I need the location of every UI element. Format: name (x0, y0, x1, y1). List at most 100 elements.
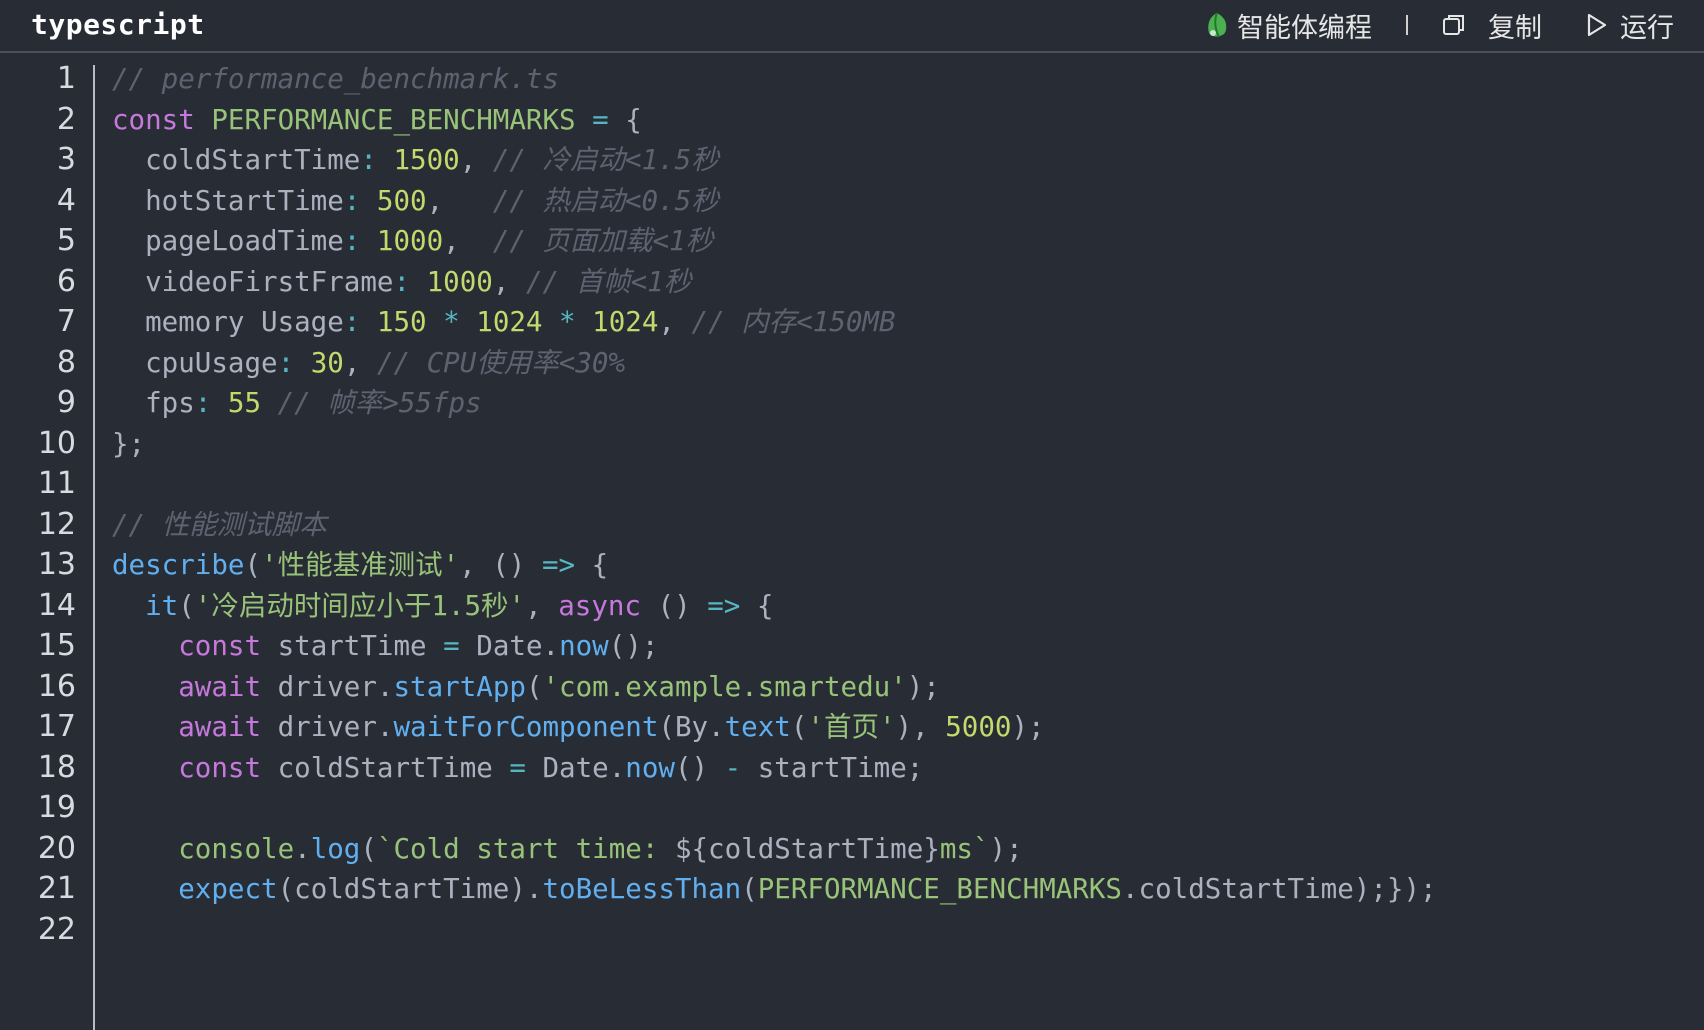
line-number: 14 (37, 587, 76, 623)
code-token: // 页面加载<1秒 (492, 225, 714, 257)
code-token: 55 (227, 387, 262, 419)
line-number: 11 (37, 466, 76, 501)
code-line: 8 cpuUsage: 30, // CPU使用率<30% (0, 341, 1704, 385)
code-text: memory Usage: 150 * 1024 * 1024, // 内存<1… (112, 300, 895, 344)
code-token: : (393, 265, 427, 298)
code-token: (); (608, 630, 659, 662)
line-number: 9 (56, 385, 76, 420)
code-line: 10}; (0, 422, 1704, 466)
code-token: : (194, 387, 228, 419)
line-number: 17 (37, 709, 76, 744)
code-token: videoFirstFrame (112, 265, 394, 298)
code-text: videoFirstFrame: 1000, // 首帧<1秒 (112, 260, 691, 304)
play-icon (1587, 13, 1607, 37)
code-token: * (542, 306, 593, 338)
line-number: 6 (56, 263, 76, 299)
code-line: 22 (0, 908, 1704, 952)
code-text: await driver.waitForComponent(By.text('首… (112, 705, 1045, 749)
code-line: 2 const PERFORMANCE_BENCHMARKS = { (0, 98, 1704, 142)
code-text: expect(coldStartTime).toBeLessThan(PERFO… (112, 867, 1436, 911)
code-token: () (674, 751, 725, 784)
code-token: 1000 (426, 265, 493, 298)
code-line: 12 // 性能测试脚本 (0, 503, 1704, 547)
line-number: 18 (37, 749, 76, 785)
code-token: { (740, 589, 774, 622)
language-label: typescript (31, 8, 205, 41)
code-token: : (343, 184, 377, 217)
code-token: ); (1011, 711, 1045, 743)
code-token: ( (741, 873, 758, 905)
code-token: => (541, 549, 576, 581)
code-token: 1024 (476, 306, 543, 338)
code-token: ${coldStartTime} (674, 832, 940, 865)
code-token: const (112, 630, 278, 662)
code-token: toBeLessThan (542, 873, 742, 905)
code-token: fps (112, 387, 195, 419)
code-token: , (459, 144, 493, 176)
code-line: 16 await driver.startApp('com.example.sm… (0, 665, 1704, 709)
code-token: 150 (376, 306, 427, 338)
code-token: : (343, 225, 377, 257)
code-token: log (310, 832, 361, 865)
code-token: : (277, 346, 311, 379)
code-token: hotStartTime (112, 184, 344, 217)
line-number: 20 (37, 830, 76, 866)
code-token: memory Usage (112, 306, 344, 338)
copy-button[interactable]: 复制 (1442, 6, 1542, 45)
code-text: const PERFORMANCE_BENCHMARKS = { (112, 98, 642, 142)
code-token: now (559, 630, 609, 662)
line-number: 21 (37, 871, 76, 906)
code-token: // 冷启动<1.5秒 (492, 144, 719, 176)
code-token: PERFORMANCE_BENCHMARKS (211, 103, 576, 136)
code-token: ), (895, 711, 946, 743)
code-token: ( (178, 589, 195, 622)
code-token: ( (360, 832, 377, 865)
code-token: 5000 (945, 711, 1012, 743)
code-token: = (509, 751, 526, 784)
run-button[interactable]: 运行 (1586, 6, 1674, 45)
code-token: pageLoadTime (112, 225, 344, 257)
code-token: , (343, 346, 377, 379)
code-token: `Cold start time: (376, 832, 675, 865)
code-text: // performance_benchmark.ts (112, 57, 559, 101)
copy-icon (1443, 15, 1464, 35)
line-number: 12 (37, 506, 76, 542)
code-token: cpuUsage (112, 346, 278, 379)
code-token: (By. (658, 711, 725, 743)
code-token: ( (525, 670, 543, 703)
line-number: 3 (56, 142, 76, 177)
code-token: '冷启动时间应小于1.5秒' (194, 589, 526, 622)
code-line: 5 pageLoadTime: 1000, // 页面加载<1秒 (0, 219, 1704, 263)
code-line: 19 (0, 786, 1704, 830)
line-number: 16 (37, 668, 76, 704)
code-line: 13 describe('性能基准测试', () => { (0, 543, 1704, 587)
code-line: 3 coldStartTime: 1500, // 冷启动<1.5秒 (0, 138, 1704, 182)
code-line: 1 // performance_benchmark.ts (0, 57, 1704, 101)
code-token: Date. (459, 630, 560, 662)
code-token: => (707, 589, 741, 622)
code-editor[interactable]: 1 // performance_benchmark.ts 2 const PERFO… (0, 53, 1704, 1030)
code-token: 1000 (376, 225, 444, 257)
code-token: * (426, 306, 477, 338)
code-token: 30 (310, 346, 344, 379)
code-text: pageLoadTime: 1000, // 页面加载<1秒 (112, 219, 713, 263)
line-number: 22 (37, 911, 76, 947)
code-token: // 帧率>55fps (277, 387, 482, 419)
code-token: await (112, 711, 278, 743)
code-line: 17 await driver.waitForComponent(By.text… (0, 705, 1704, 749)
code-token: await (112, 670, 278, 703)
code-line: 7 memory Usage: 150 * 1024 * 1024, // 内存… (0, 300, 1704, 344)
line-number: 5 (56, 223, 76, 258)
code-text: fps: 55 // 帧率>55fps (112, 381, 482, 425)
code-block-header: typescript 智能体编程 复制 运行 (0, 0, 1704, 53)
line-number: 4 (56, 182, 76, 218)
code-token: { (625, 103, 642, 136)
code-token: () (641, 589, 708, 622)
code-line: 14 it('冷启动时间应小于1.5秒', async () => { (0, 584, 1704, 628)
agent-coding-button[interactable]: 智能体编程 (1205, 6, 1372, 45)
code-line: 18 const coldStartTime = Date.now() - st… (0, 746, 1704, 790)
code-token: - (724, 751, 742, 784)
agent-leaf-icon (1208, 12, 1227, 38)
line-number: 1 (56, 61, 76, 96)
